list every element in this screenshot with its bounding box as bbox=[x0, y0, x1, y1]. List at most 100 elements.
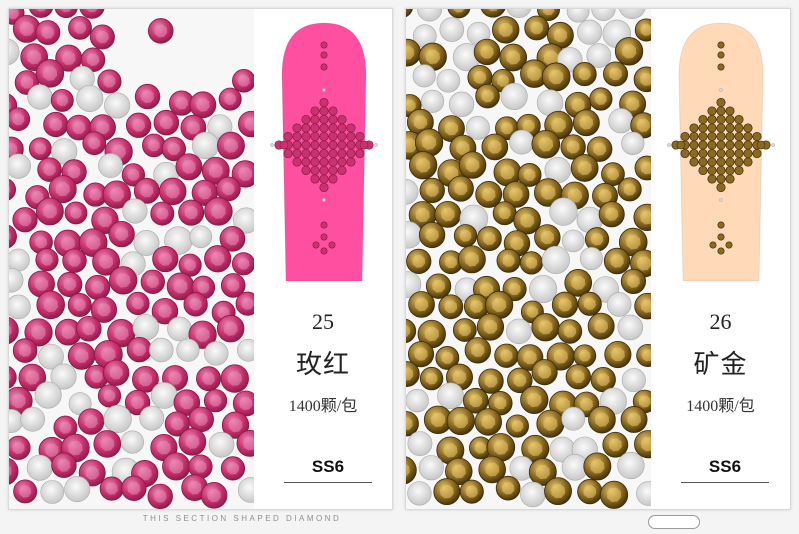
nail-gem bbox=[328, 140, 338, 150]
color-number: 26 bbox=[709, 309, 732, 334]
rhinestone bbox=[152, 245, 179, 273]
rhinestone bbox=[406, 248, 432, 274]
rhinestone bbox=[587, 312, 615, 340]
rhinestone bbox=[614, 37, 644, 66]
nail-sample-image bbox=[268, 15, 380, 281]
rhinestone-back bbox=[561, 406, 586, 431]
rhinestone bbox=[62, 248, 87, 273]
rhinestone bbox=[447, 175, 474, 202]
nail-gem bbox=[698, 123, 708, 133]
nail-gem bbox=[310, 174, 320, 184]
rhinestone-back bbox=[120, 430, 144, 454]
rhinestone bbox=[531, 129, 561, 159]
rhinestone bbox=[433, 478, 461, 506]
rhinestone-back bbox=[176, 338, 200, 362]
nail-gem bbox=[725, 131, 735, 142]
rhinestone bbox=[577, 479, 603, 505]
nail-gem bbox=[328, 165, 338, 176]
rhinestone bbox=[476, 226, 502, 252]
nail-gem bbox=[346, 131, 356, 142]
rhinestone bbox=[162, 452, 191, 481]
rhinestone-back bbox=[439, 17, 465, 42]
rhinestone bbox=[453, 224, 478, 248]
rhinestone bbox=[478, 368, 504, 394]
nail-gem bbox=[310, 131, 320, 142]
rhinestone bbox=[51, 452, 77, 478]
nail-gem bbox=[328, 174, 338, 184]
rhinestone bbox=[505, 414, 529, 438]
rhinestone bbox=[43, 111, 69, 138]
nail-gem bbox=[725, 140, 735, 150]
rhinestone bbox=[544, 477, 572, 506]
rhinestone bbox=[408, 291, 435, 318]
nail-gem bbox=[689, 123, 699, 133]
rhinestone-back bbox=[204, 341, 229, 366]
rhinestone bbox=[557, 319, 583, 344]
rhinestone bbox=[565, 364, 591, 390]
rhinestone bbox=[573, 344, 597, 368]
rhinestone bbox=[474, 408, 503, 436]
rhinestone bbox=[82, 131, 107, 156]
nail-gem bbox=[328, 157, 338, 167]
rhinestone bbox=[570, 154, 599, 182]
rhinestone bbox=[9, 435, 31, 460]
rhinestone-back bbox=[132, 314, 159, 341]
nail-gem bbox=[346, 157, 356, 167]
nail-gem bbox=[707, 165, 717, 176]
rhinestone bbox=[35, 197, 64, 226]
nail-gem bbox=[725, 148, 735, 159]
nail-gem bbox=[707, 174, 717, 184]
nail-gem bbox=[319, 106, 329, 116]
rhinestone-back bbox=[27, 84, 53, 110]
rhinestone-back bbox=[167, 316, 192, 342]
rhinestone-back bbox=[149, 337, 174, 363]
nail-gem bbox=[734, 114, 744, 125]
rhinestone-back bbox=[541, 245, 570, 274]
rhinestone bbox=[531, 359, 558, 386]
rhinestone bbox=[153, 109, 180, 136]
nail-gem bbox=[319, 131, 329, 142]
rhinestone bbox=[97, 69, 122, 94]
rhinestone-back bbox=[465, 115, 490, 140]
nail-gem bbox=[752, 131, 762, 142]
rhinestone-back bbox=[579, 247, 603, 271]
nail-gem bbox=[743, 140, 753, 150]
rhinestone-back bbox=[500, 82, 528, 111]
rhinestone bbox=[67, 293, 92, 317]
nail-gem bbox=[725, 174, 735, 184]
rhinestone bbox=[159, 177, 187, 206]
nail-gem bbox=[301, 148, 311, 159]
section-caption: THIS SECTION SHAPED DIAMOND bbox=[142, 514, 342, 523]
rhinestone bbox=[617, 177, 642, 202]
rhinestone-back bbox=[506, 318, 532, 345]
nail-gem bbox=[734, 140, 744, 150]
rhinestone bbox=[189, 91, 217, 119]
nail-gem bbox=[707, 140, 717, 150]
nail-gem bbox=[328, 114, 338, 125]
rhinestone bbox=[64, 201, 88, 225]
rhinestone-back bbox=[436, 68, 461, 93]
rhinestone bbox=[35, 59, 65, 88]
color-number: 25 bbox=[312, 309, 334, 334]
rhinestone bbox=[108, 220, 135, 248]
nail-gem bbox=[707, 123, 717, 133]
nail-gem bbox=[707, 106, 717, 116]
rhinestone-back bbox=[191, 131, 220, 160]
product-panel-rose: 25 玫红 1400颗/包 SS6 bbox=[8, 8, 393, 510]
nail-gem bbox=[707, 114, 717, 125]
rhinestone bbox=[196, 366, 222, 392]
nail-gem bbox=[716, 174, 726, 184]
nail-gem bbox=[716, 148, 726, 159]
nail-gem bbox=[337, 157, 347, 167]
nail-gem bbox=[310, 157, 320, 167]
rhinestone-back bbox=[407, 481, 432, 506]
nail-gem bbox=[716, 106, 726, 116]
rhinestone-back bbox=[9, 248, 30, 272]
rhinestone bbox=[76, 315, 102, 342]
rhinestone bbox=[183, 292, 208, 317]
rhinestone bbox=[604, 340, 632, 369]
rhinestone bbox=[216, 314, 245, 343]
rhinestone bbox=[495, 475, 521, 501]
rhinestone bbox=[524, 15, 550, 41]
nail-gem bbox=[698, 165, 708, 176]
